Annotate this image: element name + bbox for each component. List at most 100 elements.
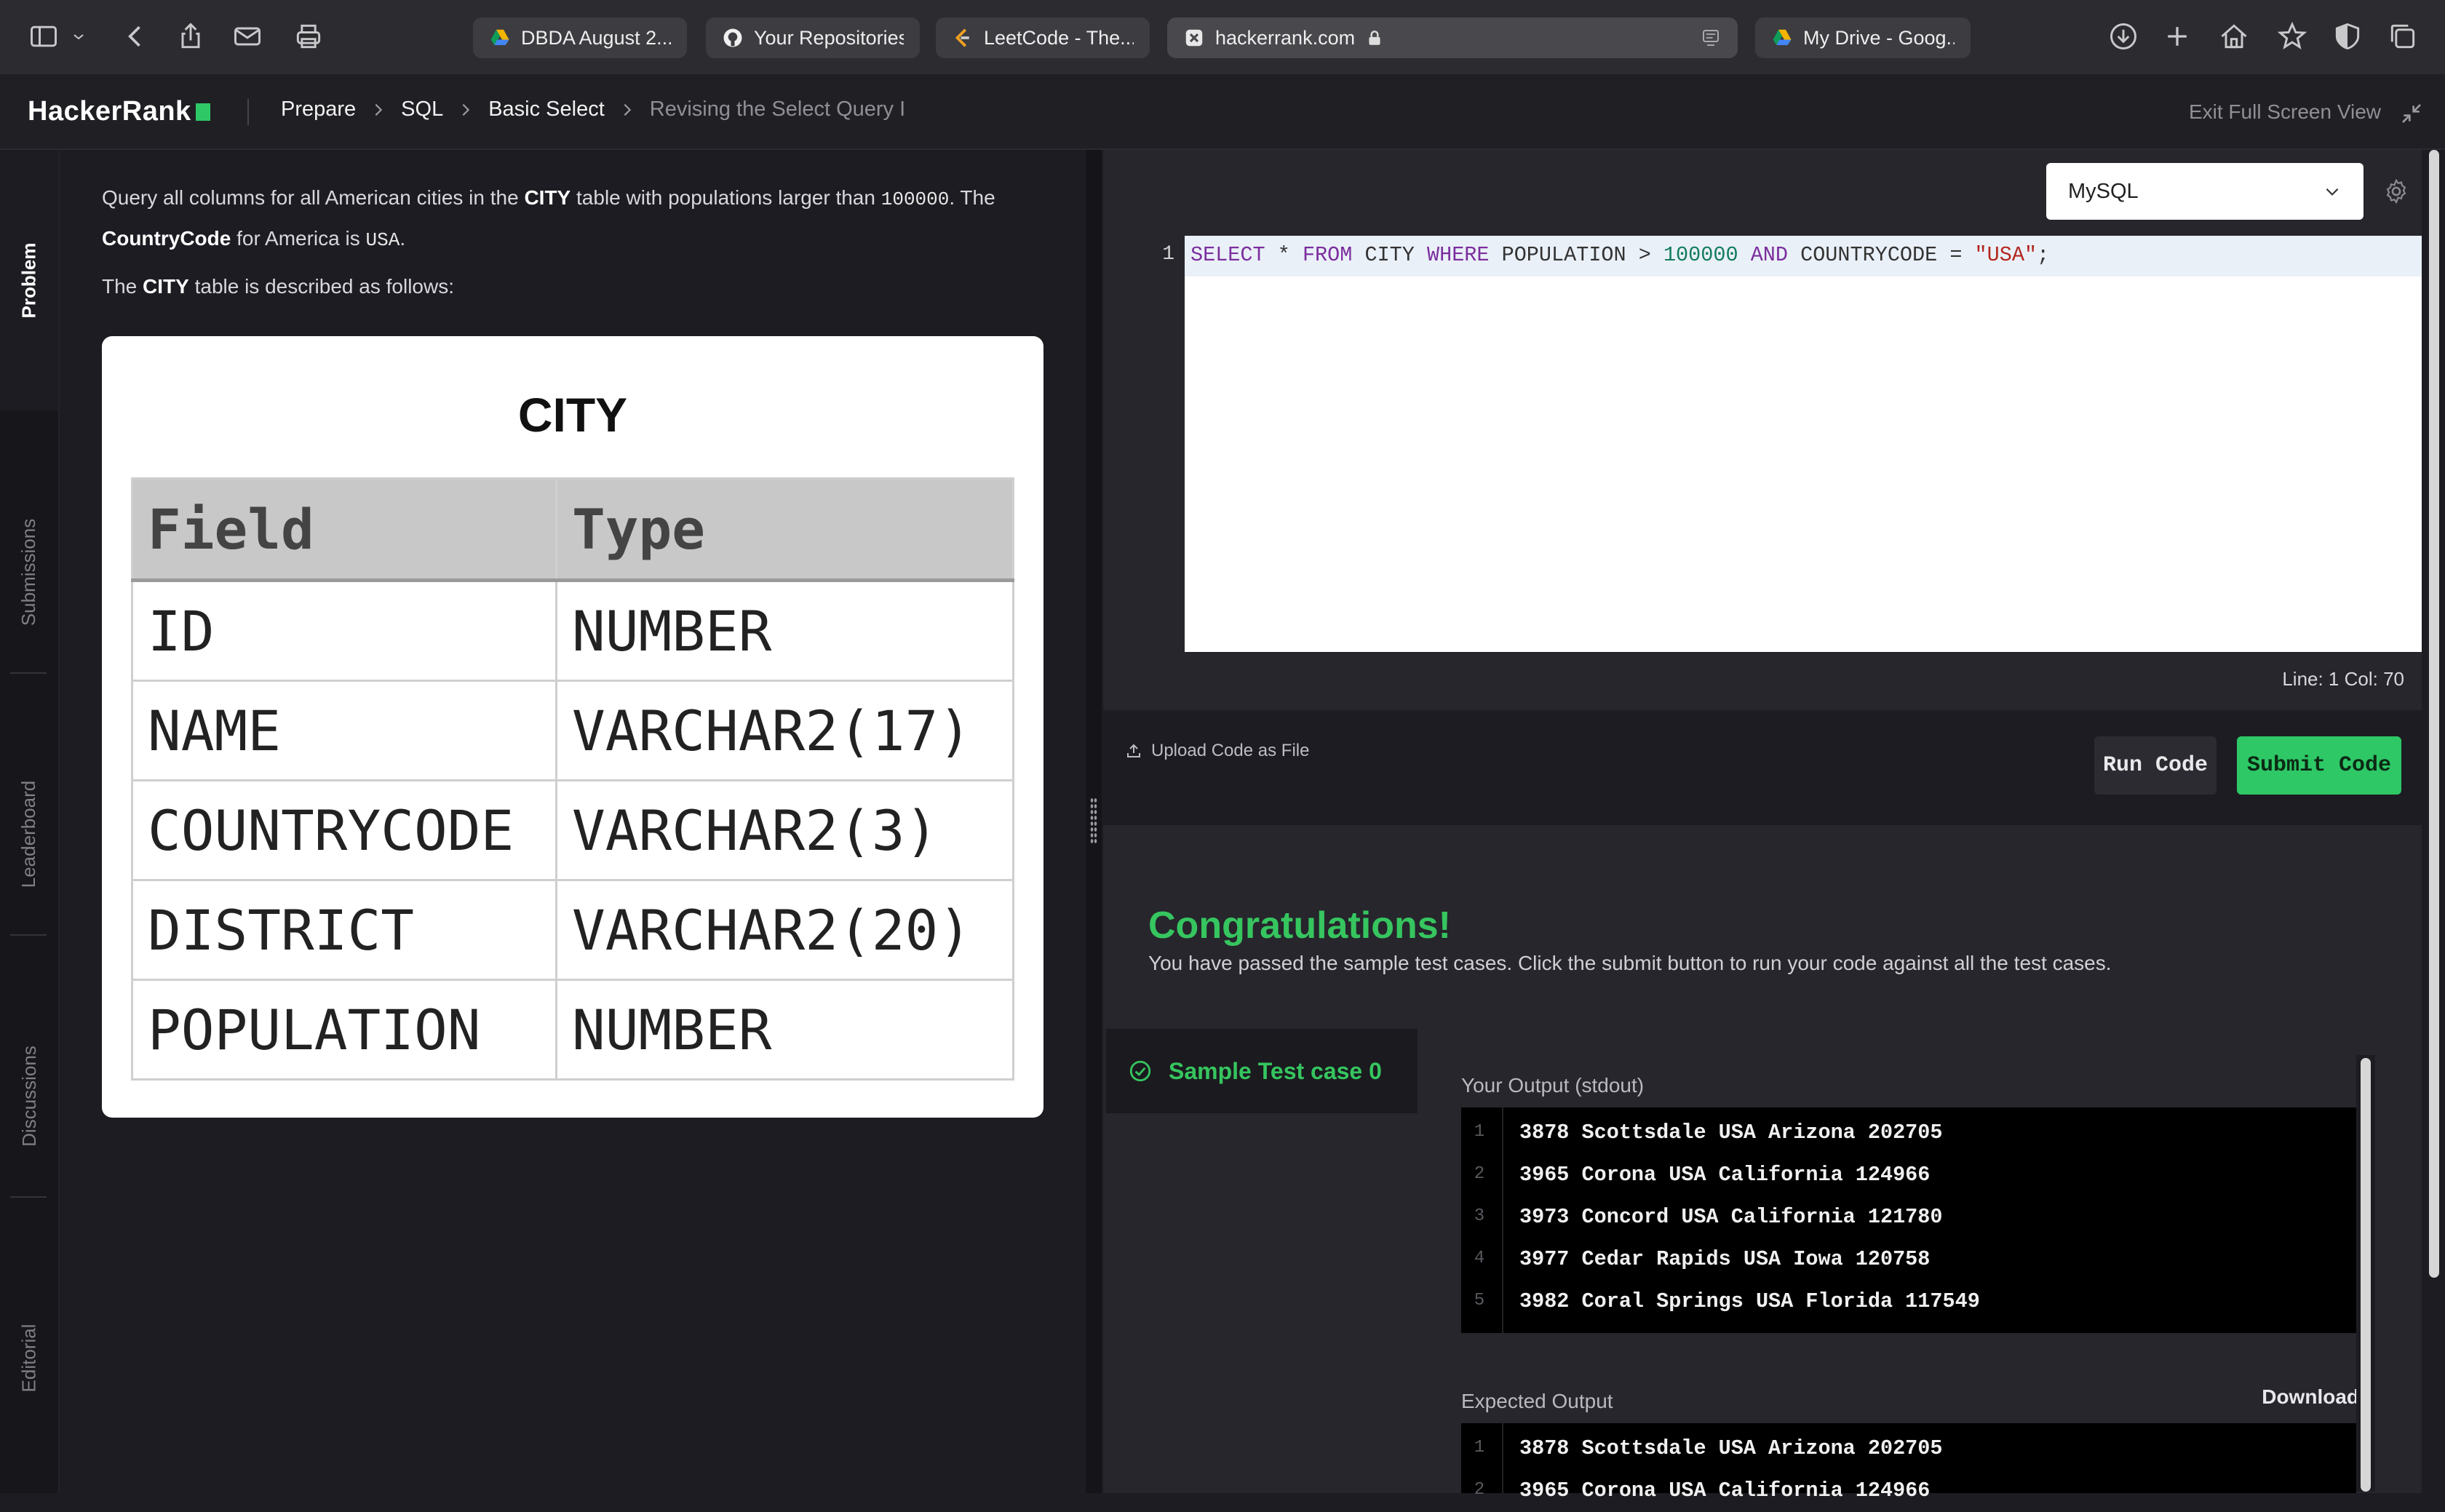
expected-output-box: 1 3878 Scottsdale USA Arizona 202705 2 396… xyxy=(1461,1423,2356,1503)
column-header: Type xyxy=(555,477,1014,582)
browser-toolbar: DBDA August 2... Your Repositories LeetC… xyxy=(0,0,2445,76)
table-row: POPULATION NUMBER xyxy=(131,979,1014,1081)
code-line: SELECT * FROM CITY WHERE POPULATION > 10… xyxy=(1190,243,2050,267)
output-line: 2 3965 Corona USA California 124966 xyxy=(1474,1163,1931,1187)
schema-image: CITY Field Type ID NUMBER NAME VARCHAR2(17… xyxy=(102,336,1043,1118)
line-number: 1 xyxy=(1162,243,1174,266)
logo-text: HackerRank xyxy=(28,96,191,127)
browser-tab-active[interactable]: hackerrank.com xyxy=(1167,17,1738,58)
chevron-down-icon xyxy=(2326,188,2339,196)
drag-grip-icon xyxy=(1090,797,1097,844)
print-icon[interactable] xyxy=(293,20,325,52)
testcase-tab[interactable]: Sample Test case 0 xyxy=(1106,1029,1418,1113)
breadcrumb-current: Revising the Select Query I xyxy=(649,98,906,121)
side-tabs: Problem Submissions Leaderboard Discussi… xyxy=(0,150,60,1493)
expected-output-label: Expected Output xyxy=(1461,1390,1613,1412)
tab-title: My Drive - Goog... xyxy=(1803,26,1955,49)
problem-statement-line-1: Query all columns for all American citie… xyxy=(102,186,995,210)
tab-title: LeetCode - The... xyxy=(984,26,1134,49)
type-cell: VARCHAR2(20) xyxy=(555,879,1014,981)
editor-actions: Upload Code as File Run Code Submit Code xyxy=(1103,710,2422,822)
result-title: Congratulations! xyxy=(1148,904,1451,947)
divider xyxy=(10,1196,47,1198)
shield-icon[interactable] xyxy=(2331,20,2364,52)
hackerrank-logo[interactable]: HackerRank xyxy=(28,96,210,127)
sidebar-toggle-icon[interactable] xyxy=(28,20,60,52)
browser-tab[interactable]: LeetCode - The... xyxy=(936,17,1150,58)
divider xyxy=(10,934,47,936)
page-scrollbar[interactable] xyxy=(2423,150,2445,1493)
scrollbar-thumb[interactable] xyxy=(2361,1058,2371,1492)
output-scrollbar[interactable] xyxy=(2356,1055,2375,1492)
breadcrumb-sql[interactable]: SQL xyxy=(401,98,443,122)
breadcrumb-basic-select[interactable]: Basic Select xyxy=(488,98,605,122)
chevron-right-icon xyxy=(375,103,383,116)
scrollbar-thumb[interactable] xyxy=(2429,150,2439,1278)
logo-mark xyxy=(195,103,210,121)
browser-tab[interactable]: DBDA August 2... xyxy=(473,17,687,58)
divider xyxy=(10,672,47,674)
tab-editorial[interactable]: Editorial xyxy=(0,1241,58,1474)
type-cell: NUMBER xyxy=(555,979,1014,1081)
problem-statement-line-3: The CITY table is described as follows: xyxy=(102,275,454,298)
panel-resize-handle[interactable] xyxy=(1086,150,1102,1493)
problem-statement-line-2: CountryCode for America is USA. xyxy=(102,227,406,251)
download-link[interactable]: Download xyxy=(2262,1385,2359,1409)
output-line: 2 3965 Corona USA California 124966 xyxy=(1474,1479,1931,1503)
hackerrank-icon xyxy=(1185,29,1203,47)
browser-tab[interactable]: My Drive - Goog... xyxy=(1755,17,1971,58)
code-input[interactable]: SELECT * FROM CITY WHERE POPULATION > 10… xyxy=(1185,236,2422,652)
tab-problem[interactable]: Problem xyxy=(0,150,58,410)
submit-code-button[interactable]: Submit Code xyxy=(2237,736,2401,795)
tab-title: DBDA August 2... xyxy=(521,26,671,49)
field-cell: POPULATION xyxy=(131,979,557,1081)
type-cell: VARCHAR2(3) xyxy=(555,779,1014,881)
minimize-icon[interactable] xyxy=(2400,102,2423,125)
reader-mode-icon[interactable] xyxy=(1700,27,1722,49)
type-cell: NUMBER xyxy=(555,579,1014,682)
language-value: MySQL xyxy=(2068,179,2139,203)
home-icon[interactable] xyxy=(2218,20,2250,52)
column-header: Field xyxy=(131,477,557,582)
browser-tab[interactable]: Your Repositories xyxy=(706,17,920,58)
chevron-right-icon xyxy=(462,103,470,116)
breadcrumb: Prepare SQL Basic Select Revising the Se… xyxy=(281,98,905,122)
run-code-button[interactable]: Run Code xyxy=(2094,736,2217,795)
output-line: 4 3977 Cedar Rapids USA Iowa 120758 xyxy=(1474,1247,1931,1271)
output-line: 3 3973 Concord USA California 121780 xyxy=(1474,1205,1943,1229)
language-select[interactable]: MySQL xyxy=(2046,163,2364,220)
new-tab-icon[interactable] xyxy=(2161,20,2193,52)
output-line: 1 3878 Scottsdale USA Arizona 202705 xyxy=(1474,1436,1943,1460)
tab-submissions[interactable]: Submissions xyxy=(0,455,58,688)
output-line: 1 3878 Scottsdale USA Arizona 202705 xyxy=(1474,1121,1943,1145)
lock-icon xyxy=(1369,31,1380,45)
problem-panel: Query all columns for all American citie… xyxy=(60,150,1086,1493)
mail-icon[interactable] xyxy=(231,20,263,52)
tab-title: Your Repositories xyxy=(754,26,904,49)
exit-fullscreen-link[interactable]: Exit Full Screen View xyxy=(2189,100,2381,124)
back-icon[interactable] xyxy=(119,20,151,52)
field-cell: DISTRICT xyxy=(131,879,557,981)
result-message: You have passed the sample test cases. C… xyxy=(1148,952,2112,974)
type-cell: VARCHAR2(17) xyxy=(555,680,1014,781)
gear-icon[interactable] xyxy=(2382,178,2410,205)
breadcrumb-prepare[interactable]: Prepare xyxy=(281,98,356,122)
download-icon[interactable] xyxy=(2107,20,2139,52)
upload-label: Upload Code as File xyxy=(1151,741,1310,760)
share-icon[interactable] xyxy=(175,20,207,52)
upload-code-link[interactable]: Upload Code as File xyxy=(1125,741,1309,761)
table-caption: CITY xyxy=(517,388,628,442)
tab-overview-icon[interactable] xyxy=(2387,20,2419,52)
line-gutter: 1 xyxy=(1103,236,1185,652)
field-cell: COUNTRYCODE xyxy=(131,779,557,881)
divider xyxy=(247,99,249,125)
tab-discussions[interactable]: Discussions xyxy=(0,979,58,1212)
chevron-down-icon[interactable] xyxy=(70,20,87,52)
testcase-label: Sample Test case 0 xyxy=(1169,1057,1382,1084)
table-row: COUNTRYCODE VARCHAR2(3) xyxy=(131,779,1014,881)
tab-title: hackerrank.com xyxy=(1215,26,1356,49)
tab-leaderboard[interactable]: Leaderboard xyxy=(0,717,58,950)
check-circle-icon xyxy=(1129,1060,1151,1082)
star-icon[interactable] xyxy=(2276,20,2308,52)
table-row: DISTRICT VARCHAR2(20) xyxy=(131,879,1014,981)
